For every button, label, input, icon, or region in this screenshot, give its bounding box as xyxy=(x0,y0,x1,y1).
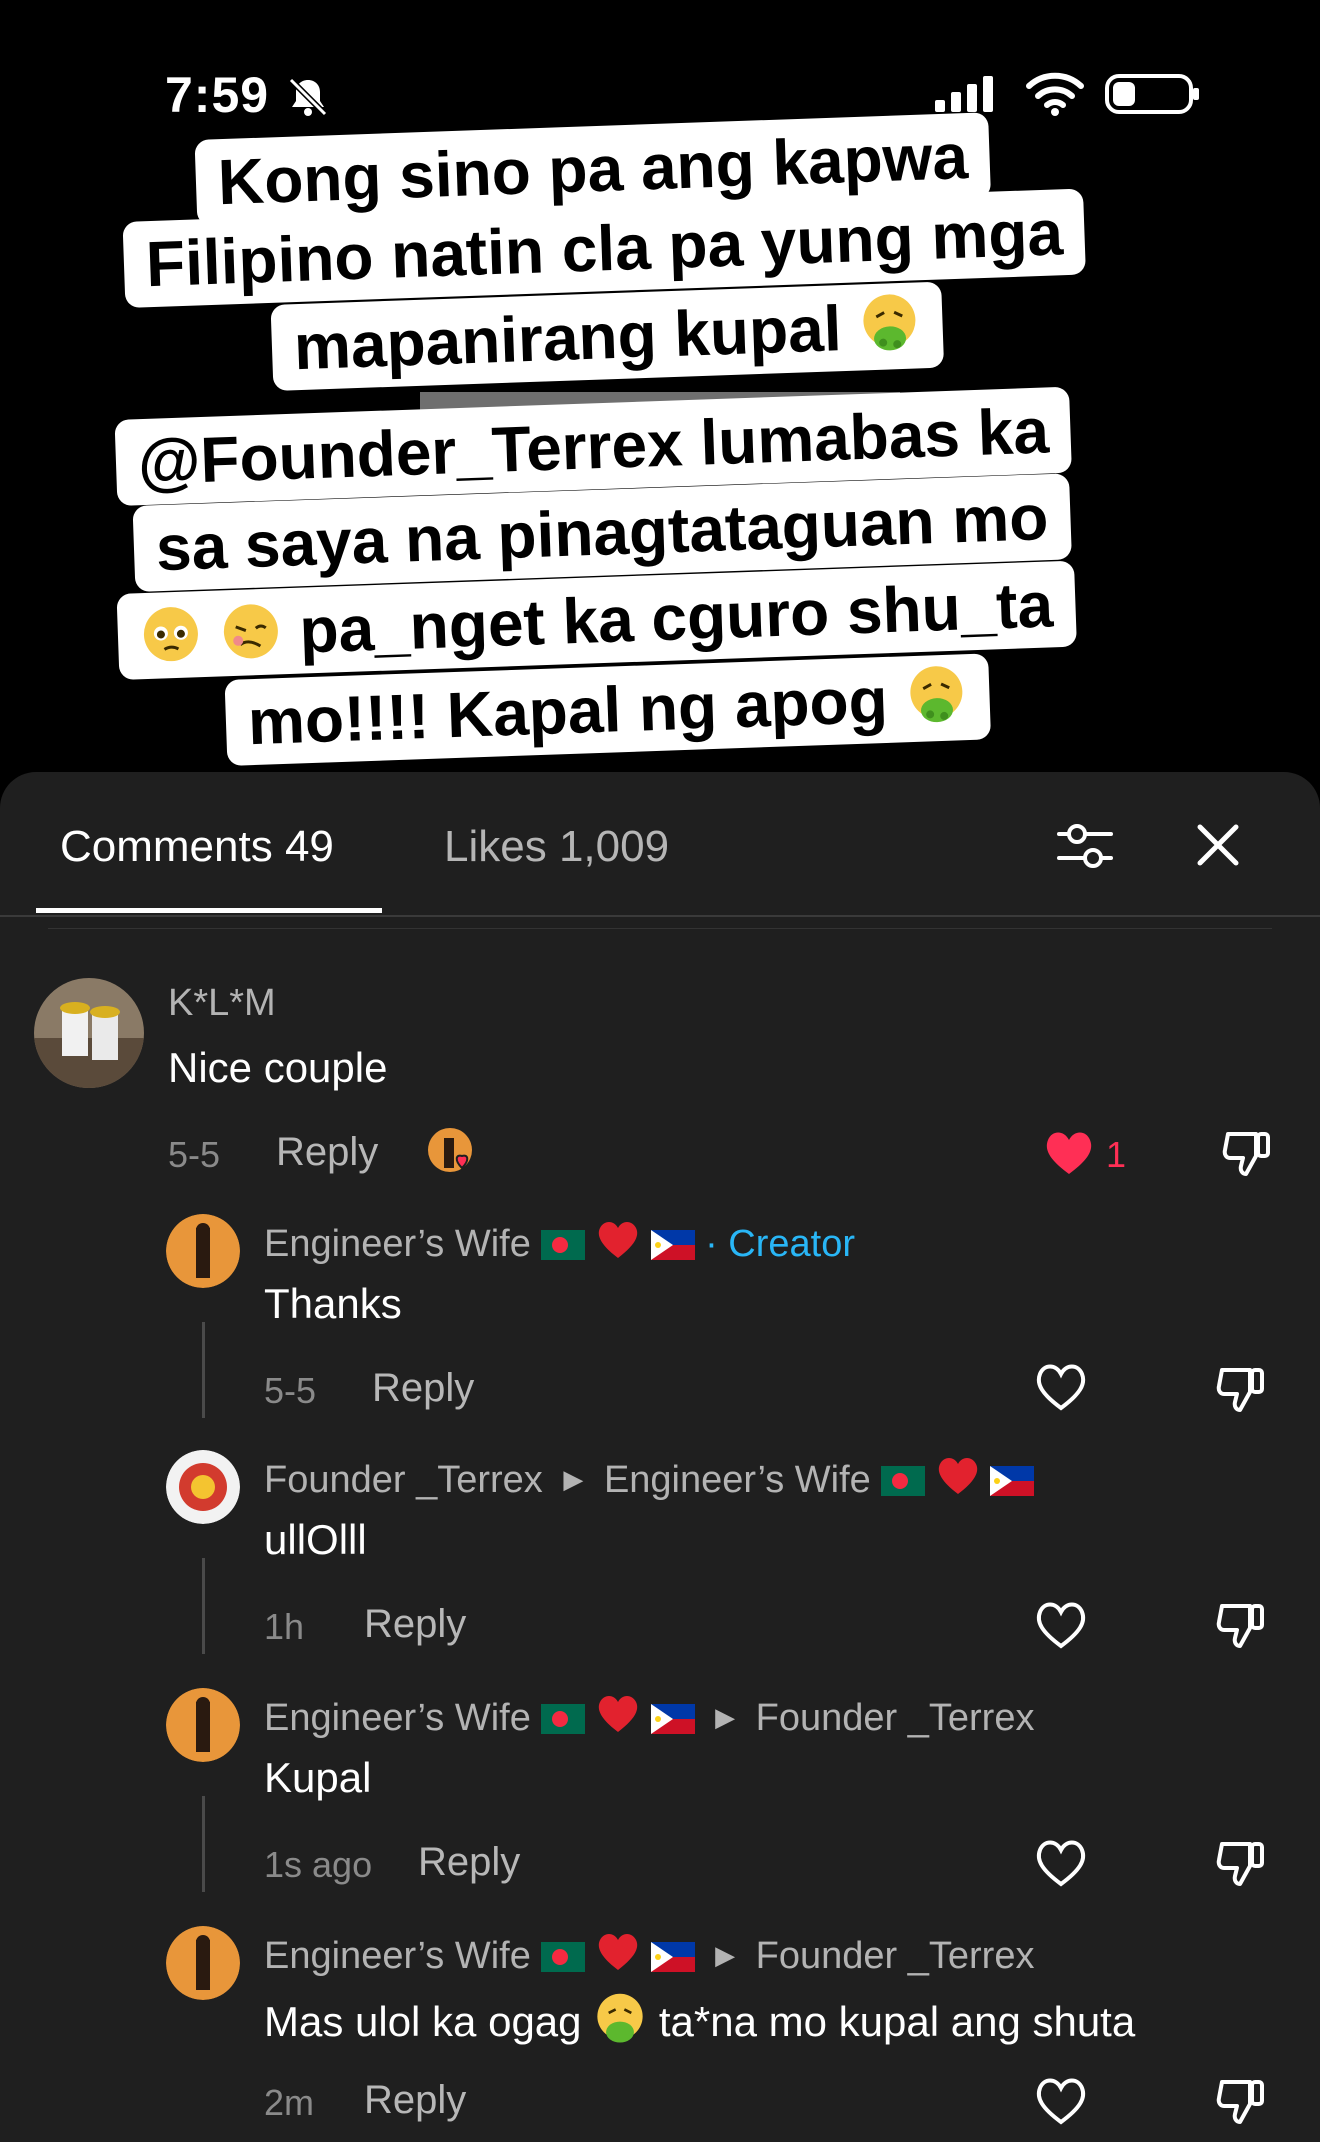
comment-author[interactable]: K*L*M xyxy=(168,982,276,1025)
comment-author[interactable]: Engineer’s Wife · Creator xyxy=(264,1218,855,1266)
comment-time: 5-5 xyxy=(264,1370,317,1411)
author-name[interactable]: Engineer’s Wife xyxy=(264,1223,531,1265)
thread-line xyxy=(202,1558,205,1654)
reply-to-arrow-icon: ▶ xyxy=(715,1940,736,1970)
comment-text-part-2: ta*na mo kupal ang shuta xyxy=(658,1998,1136,2045)
filter-icon[interactable] xyxy=(1055,818,1115,874)
dislike-icon[interactable] xyxy=(1220,1126,1274,1180)
author-name[interactable]: Engineer’s Wife xyxy=(264,1697,531,1739)
reply-button[interactable]: Reply xyxy=(364,2078,466,2123)
heart-icon[interactable] xyxy=(1034,1600,1088,1650)
reply-button[interactable]: Reply xyxy=(276,1130,378,1175)
battery-icon xyxy=(1105,74,1199,114)
thread-line xyxy=(202,1322,205,1418)
tab-divider xyxy=(0,915,1320,917)
caption-text-6: pa_nget ka cguro shu_ta xyxy=(298,568,1055,667)
comment-text: Nice couple xyxy=(168,1044,388,1091)
wifi-icon xyxy=(1026,72,1084,116)
flag-philippines xyxy=(990,1466,1035,1496)
nauseated-face-emoji xyxy=(597,1993,643,2043)
red-heart-emoji xyxy=(938,1458,978,1494)
flag-philippines xyxy=(650,1942,695,1972)
comment-text: Mas ulol ka ogag ta*na mo kupal ang shut… xyxy=(264,1992,1135,2046)
reply-to-arrow-icon: ▶ xyxy=(563,1464,584,1494)
avatar[interactable] xyxy=(166,1688,240,1762)
creator-badge: · Creator xyxy=(705,1223,856,1265)
reply-to-name[interactable]: Founder _Terrex xyxy=(756,1697,1035,1739)
avatar[interactable] xyxy=(34,978,144,1088)
comment-text: ullOlll xyxy=(264,1516,367,1563)
comment-author[interactable]: Engineer’s Wife ▶ Founder _Terrex xyxy=(264,1692,1034,1740)
comment-time: 1s ago xyxy=(264,1844,373,1885)
comment-author[interactable]: Engineer’s Wife ▶ Founder _Terrex xyxy=(264,1930,1034,1978)
flag-philippines xyxy=(650,1230,695,1260)
reply-button[interactable]: Reply xyxy=(372,1366,474,1411)
comment-text: Thanks xyxy=(264,1280,402,1327)
close-icon[interactable] xyxy=(1195,822,1241,868)
tab-likes[interactable]: Likes 1,009 xyxy=(444,822,669,872)
heart-icon[interactable] xyxy=(1034,2076,1088,2126)
dislike-icon[interactable] xyxy=(1214,1836,1268,1890)
nauseated-face-emoji xyxy=(863,294,916,351)
dislike-icon[interactable] xyxy=(1214,1598,1268,1652)
heart-icon[interactable] xyxy=(1034,1362,1088,1412)
caption-text-7: mo!!!! Kapal ng apog xyxy=(246,663,889,759)
avatar[interactable] xyxy=(166,1926,240,2000)
flag-bangladesh xyxy=(881,1466,926,1496)
caption-text-3: mapanirang kupal xyxy=(292,292,843,384)
dislike-icon[interactable] xyxy=(1214,2074,1268,2128)
red-heart-emoji xyxy=(598,1934,638,1970)
reply-button[interactable]: Reply xyxy=(364,1602,466,1647)
comment-time: 1h xyxy=(264,1606,305,1647)
comment-author[interactable]: Founder _Terrex ▶ Engineer’s Wife xyxy=(264,1454,1035,1502)
author-name[interactable]: Engineer’s Wife xyxy=(264,1935,531,1977)
reply-button[interactable]: Reply xyxy=(418,1840,520,1885)
pleading-face-emoji xyxy=(143,607,198,662)
list-divider xyxy=(48,928,1272,929)
bell-slash-icon xyxy=(288,77,328,117)
thread-line xyxy=(202,1796,205,1892)
comment-text-part-1: Mas ulol ka ogag xyxy=(264,1998,582,2045)
avatar[interactable] xyxy=(166,1450,240,1524)
comment-time: 2m xyxy=(264,2082,315,2123)
signal-icon xyxy=(935,76,993,112)
red-heart-emoji xyxy=(598,1222,638,1258)
status-time: 7:59 xyxy=(165,67,270,123)
woozy-face-emoji xyxy=(223,604,278,659)
avatar[interactable] xyxy=(166,1214,240,1288)
tab-active-indicator xyxy=(36,908,382,913)
reply-to-name[interactable]: Engineer’s Wife xyxy=(604,1459,871,1501)
flag-bangladesh xyxy=(541,1704,586,1734)
flag-bangladesh xyxy=(541,1230,586,1260)
creator-liked-badge xyxy=(426,1126,482,1182)
like-count: 1 xyxy=(1106,1134,1127,1175)
reply-to-arrow-icon: ▶ xyxy=(715,1702,736,1732)
comment-time: 5-5 xyxy=(168,1134,221,1175)
tab-comments[interactable]: Comments 49 xyxy=(60,822,334,872)
nauseated-face-emoji xyxy=(910,666,963,723)
heart-icon[interactable] xyxy=(1042,1128,1096,1178)
heart-icon[interactable] xyxy=(1034,1838,1088,1888)
flag-philippines xyxy=(650,1704,695,1734)
flag-bangladesh xyxy=(541,1942,586,1972)
red-heart-emoji xyxy=(598,1696,638,1732)
comment-text: Kupal xyxy=(264,1754,372,1801)
dislike-icon[interactable] xyxy=(1214,1362,1268,1416)
author-name[interactable]: Founder _Terrex xyxy=(264,1459,543,1501)
reply-to-name[interactable]: Founder _Terrex xyxy=(756,1935,1035,1977)
